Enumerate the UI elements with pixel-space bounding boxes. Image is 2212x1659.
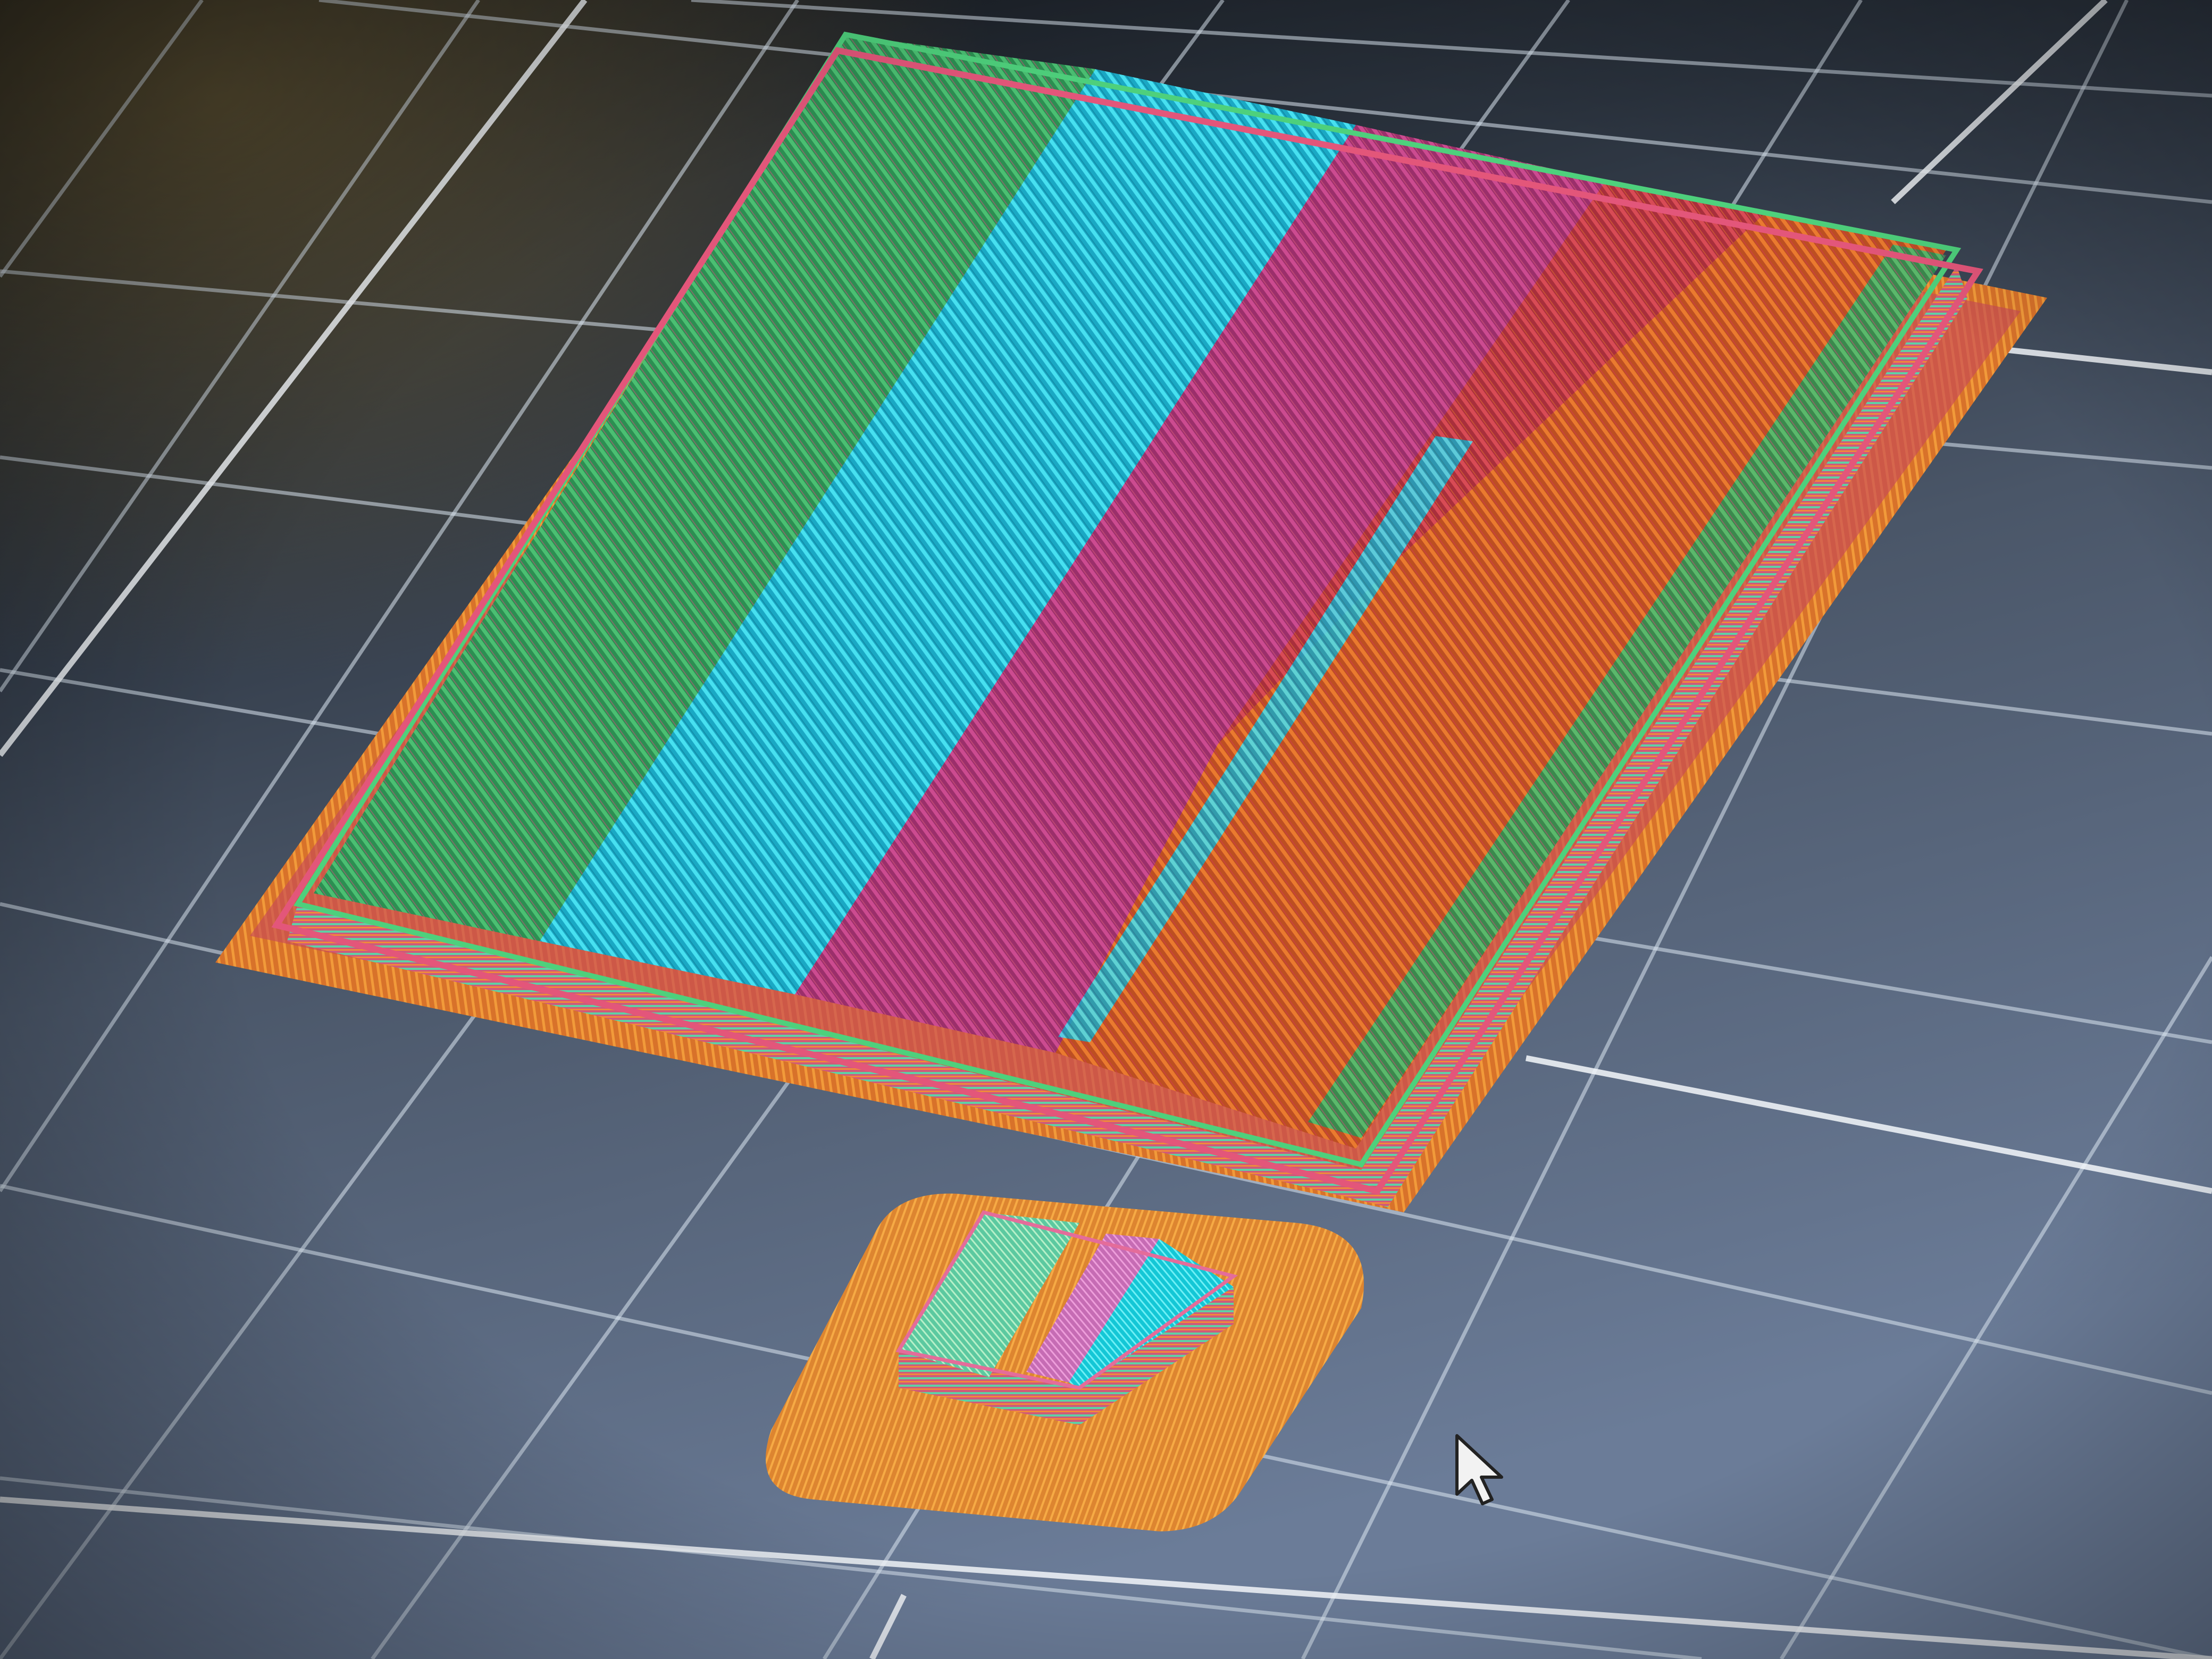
build-plate-scene[interactable]: [0, 0, 2212, 1659]
3d-viewport[interactable]: [0, 0, 2212, 1659]
screen-vignette: [0, 0, 2212, 1659]
